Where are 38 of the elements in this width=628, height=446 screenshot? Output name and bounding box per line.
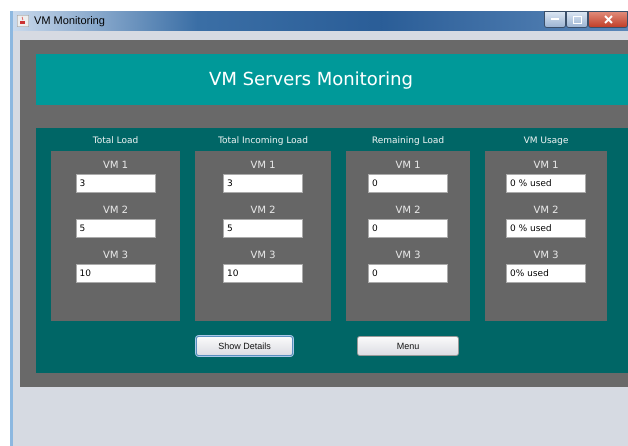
value-field[interactable]: 0% used bbox=[506, 264, 586, 283]
value-field[interactable]: 10 bbox=[223, 264, 303, 283]
column-title: Total Load bbox=[92, 135, 138, 148]
close-button[interactable] bbox=[588, 11, 628, 28]
action-button[interactable]: Show Details bbox=[196, 336, 293, 356]
field-label: VM 3 bbox=[102, 249, 128, 263]
minimize-button[interactable] bbox=[544, 11, 566, 28]
field-label: VM 2 bbox=[250, 204, 276, 218]
field-label: VM 3 bbox=[250, 249, 276, 263]
value-field[interactable]: 3 bbox=[76, 174, 156, 193]
field-label: VM 3 bbox=[395, 249, 420, 263]
value-field[interactable]: 0 % used bbox=[506, 219, 586, 238]
column-title: Total Incoming Load bbox=[218, 135, 308, 148]
action-button[interactable]: Menu bbox=[357, 336, 459, 356]
value-field[interactable]: 10 bbox=[76, 264, 156, 283]
value-field[interactable]: 0 bbox=[368, 174, 448, 193]
field-label: VM 1 bbox=[102, 159, 128, 173]
value-field[interactable]: 3 bbox=[223, 174, 303, 193]
field-label: VM 1 bbox=[395, 159, 420, 173]
header-title: VM Servers Monitoring bbox=[209, 69, 413, 90]
column-title: Remaining Load bbox=[372, 135, 444, 148]
field-label: VM 1 bbox=[250, 159, 276, 173]
close-icon bbox=[604, 15, 612, 24]
minimize-icon bbox=[551, 18, 559, 21]
field-label: VM 3 bbox=[533, 249, 558, 263]
field-label: VM 2 bbox=[395, 204, 420, 218]
value-field[interactable]: 0 bbox=[368, 219, 448, 238]
column-title: VM Usage bbox=[524, 135, 568, 148]
value-field[interactable]: 0 % used bbox=[506, 174, 586, 193]
maximize-icon bbox=[572, 16, 582, 24]
value-field[interactable]: 0 bbox=[368, 264, 448, 283]
field-label: VM 2 bbox=[533, 204, 558, 218]
value-field[interactable]: 5 bbox=[223, 219, 303, 238]
maximize-button[interactable] bbox=[566, 11, 588, 28]
field-label: VM 2 bbox=[102, 204, 128, 218]
field-label: VM 1 bbox=[533, 159, 558, 173]
value-field[interactable]: 5 bbox=[76, 219, 156, 238]
window-title: VM Monitoring bbox=[34, 15, 105, 27]
